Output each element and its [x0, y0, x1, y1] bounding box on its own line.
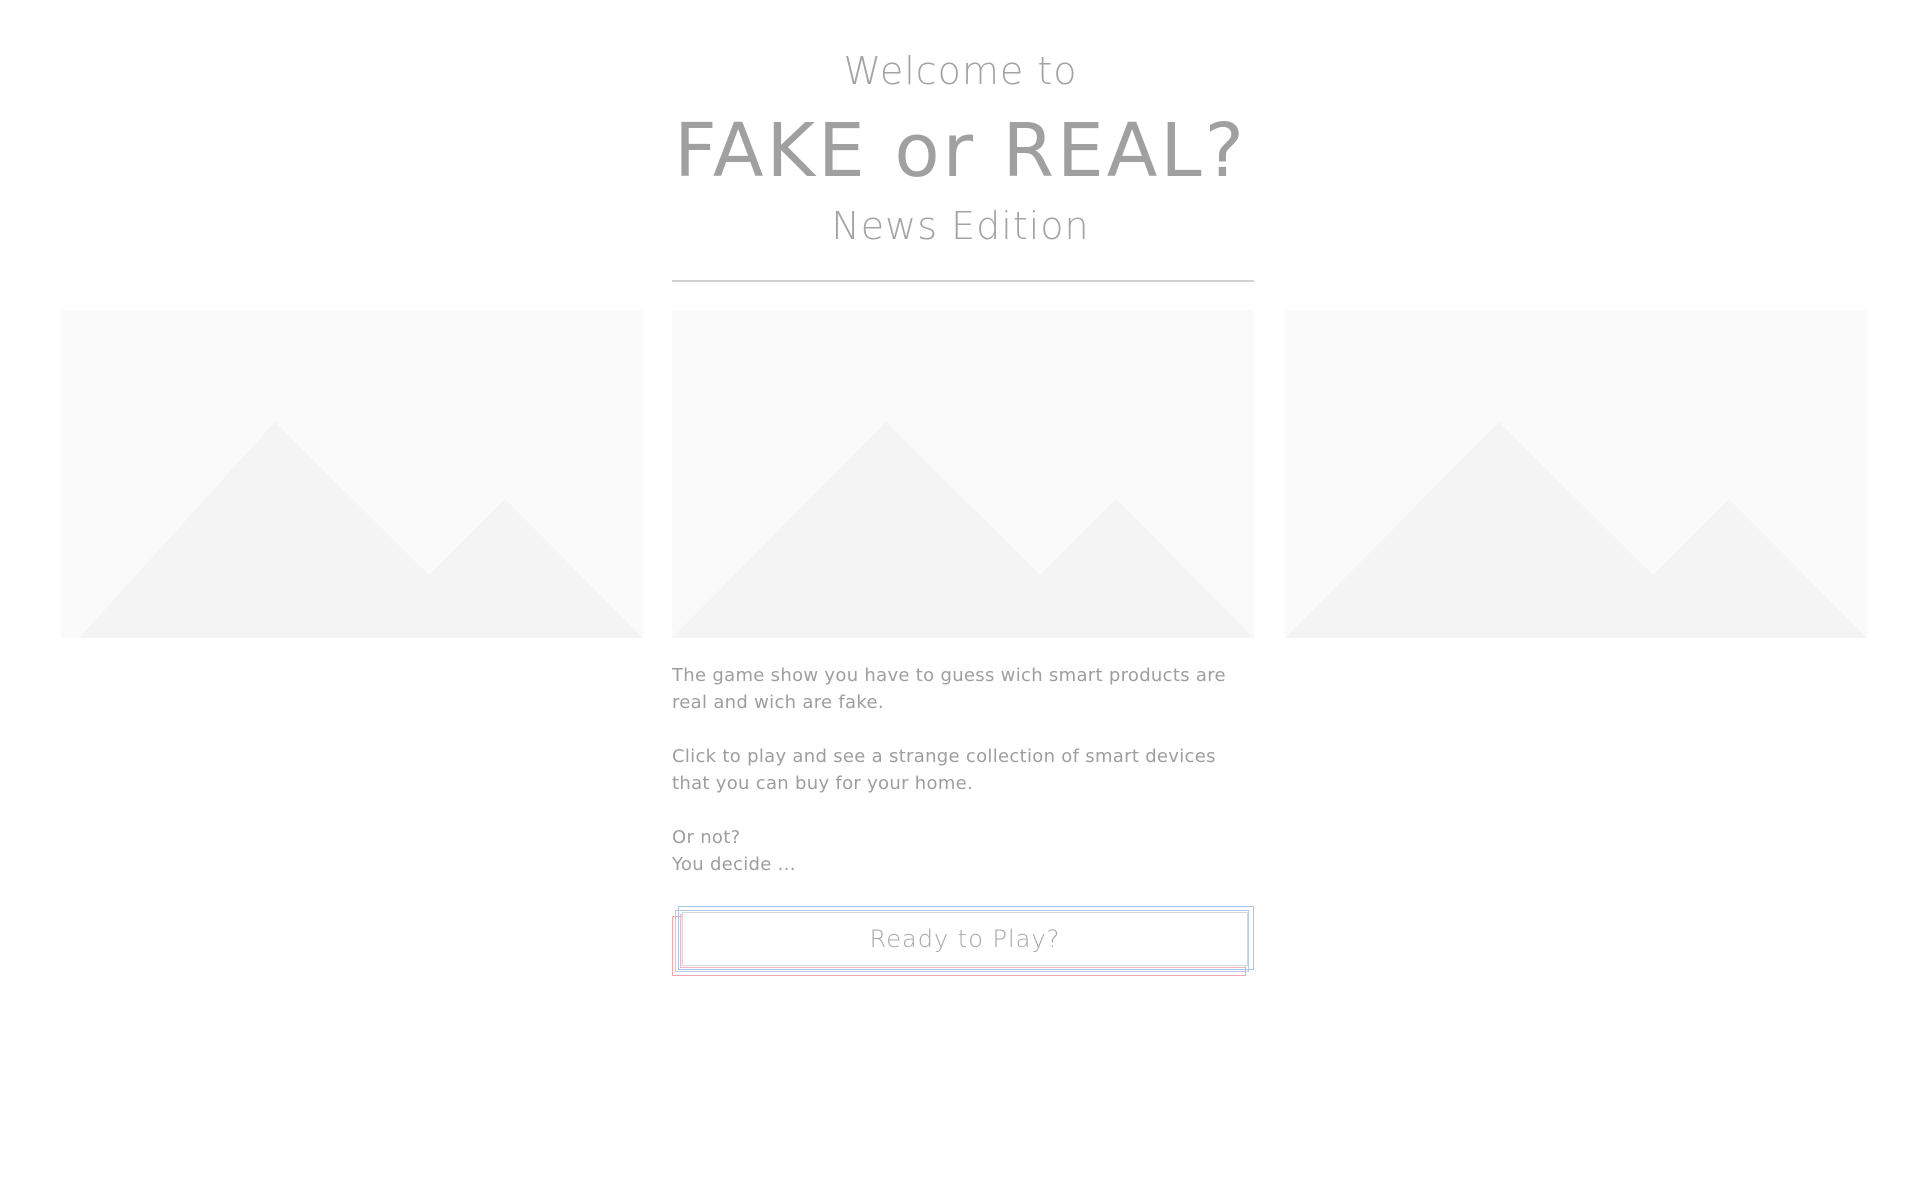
description-paragraph: The game show you have to guess wich sma… [672, 665, 1226, 713]
welcome-heading: Welcome to [843, 49, 1078, 93]
image-placeholder-left [61, 310, 643, 638]
image-placeholder-icon [1285, 310, 1867, 638]
image-placeholder-right [1285, 310, 1867, 638]
ready-to-play-button[interactable]: Ready to Play? [682, 912, 1248, 966]
page-title: FAKE or REAL? [674, 108, 1247, 194]
image-placeholder-icon [672, 310, 1254, 638]
description-paragraph: Click to play and see a strange collecti… [672, 746, 1216, 794]
image-placeholder-center [672, 310, 1254, 638]
description-line: Or not? [672, 827, 741, 848]
edition-subtitle: News Edition [831, 204, 1090, 248]
description-line: You decide ... [672, 854, 796, 875]
play-button-wrapper: Ready to Play? [672, 904, 1254, 976]
game-description: The game show you have to guess wich sma… [672, 662, 1254, 878]
header-divider [672, 280, 1254, 282]
image-placeholder-icon [61, 310, 643, 638]
